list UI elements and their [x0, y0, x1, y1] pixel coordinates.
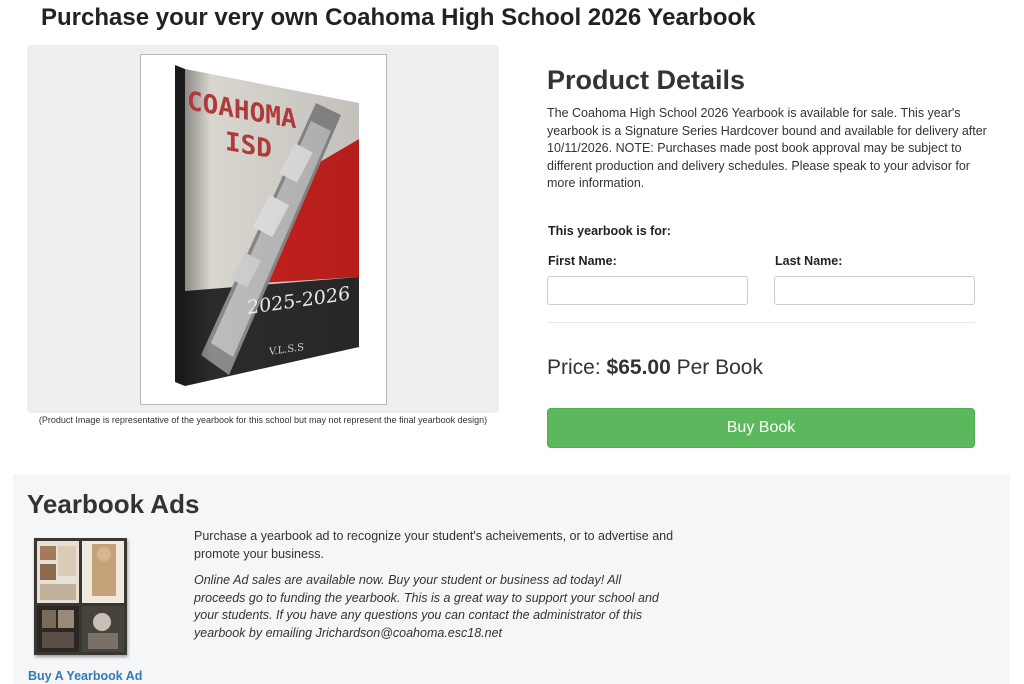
yearbook-for-label: This yearbook is for:: [548, 224, 671, 238]
first-name-field[interactable]: [547, 276, 748, 305]
first-name-label: First Name:: [548, 254, 617, 268]
yearbook-cover-image: COAHOMA ISD 2025-2026 V.L.S.S: [140, 54, 387, 405]
product-description: The Coahoma High School 2026 Yearbook is…: [547, 106, 987, 191]
product-details-heading: Product Details: [547, 65, 746, 95]
yearbook-cover-art: COAHOMA ISD 2025-2026 V.L.S.S: [175, 65, 359, 386]
price-amount: $65.00: [606, 356, 671, 379]
yearbook-ads-heading: Yearbook Ads: [27, 489, 200, 519]
buy-book-button[interactable]: Buy Book: [547, 408, 975, 448]
page-title: Purchase your very own Coahoma High Scho…: [41, 4, 756, 31]
yearbook-ad-thumbnail[interactable]: [34, 538, 127, 655]
last-name-label: Last Name:: [775, 254, 843, 268]
yearbook-ads-description: Purchase a yearbook ad to recognize your…: [194, 529, 674, 561]
divider: [547, 322, 975, 323]
price-prefix: Price:: [547, 356, 601, 379]
ad-sample-art: [34, 538, 127, 655]
price-suffix: Per Book: [676, 356, 763, 379]
yearbook-ads-note: Online Ad sales are available now. Buy y…: [194, 573, 659, 640]
last-name-field[interactable]: [774, 276, 975, 305]
price-line: Price: $65.00 Per Book: [547, 356, 763, 380]
product-image-caption: (Product Image is representative of the …: [38, 415, 488, 425]
buy-yearbook-ad-link[interactable]: Buy A Yearbook Ad: [28, 669, 142, 683]
